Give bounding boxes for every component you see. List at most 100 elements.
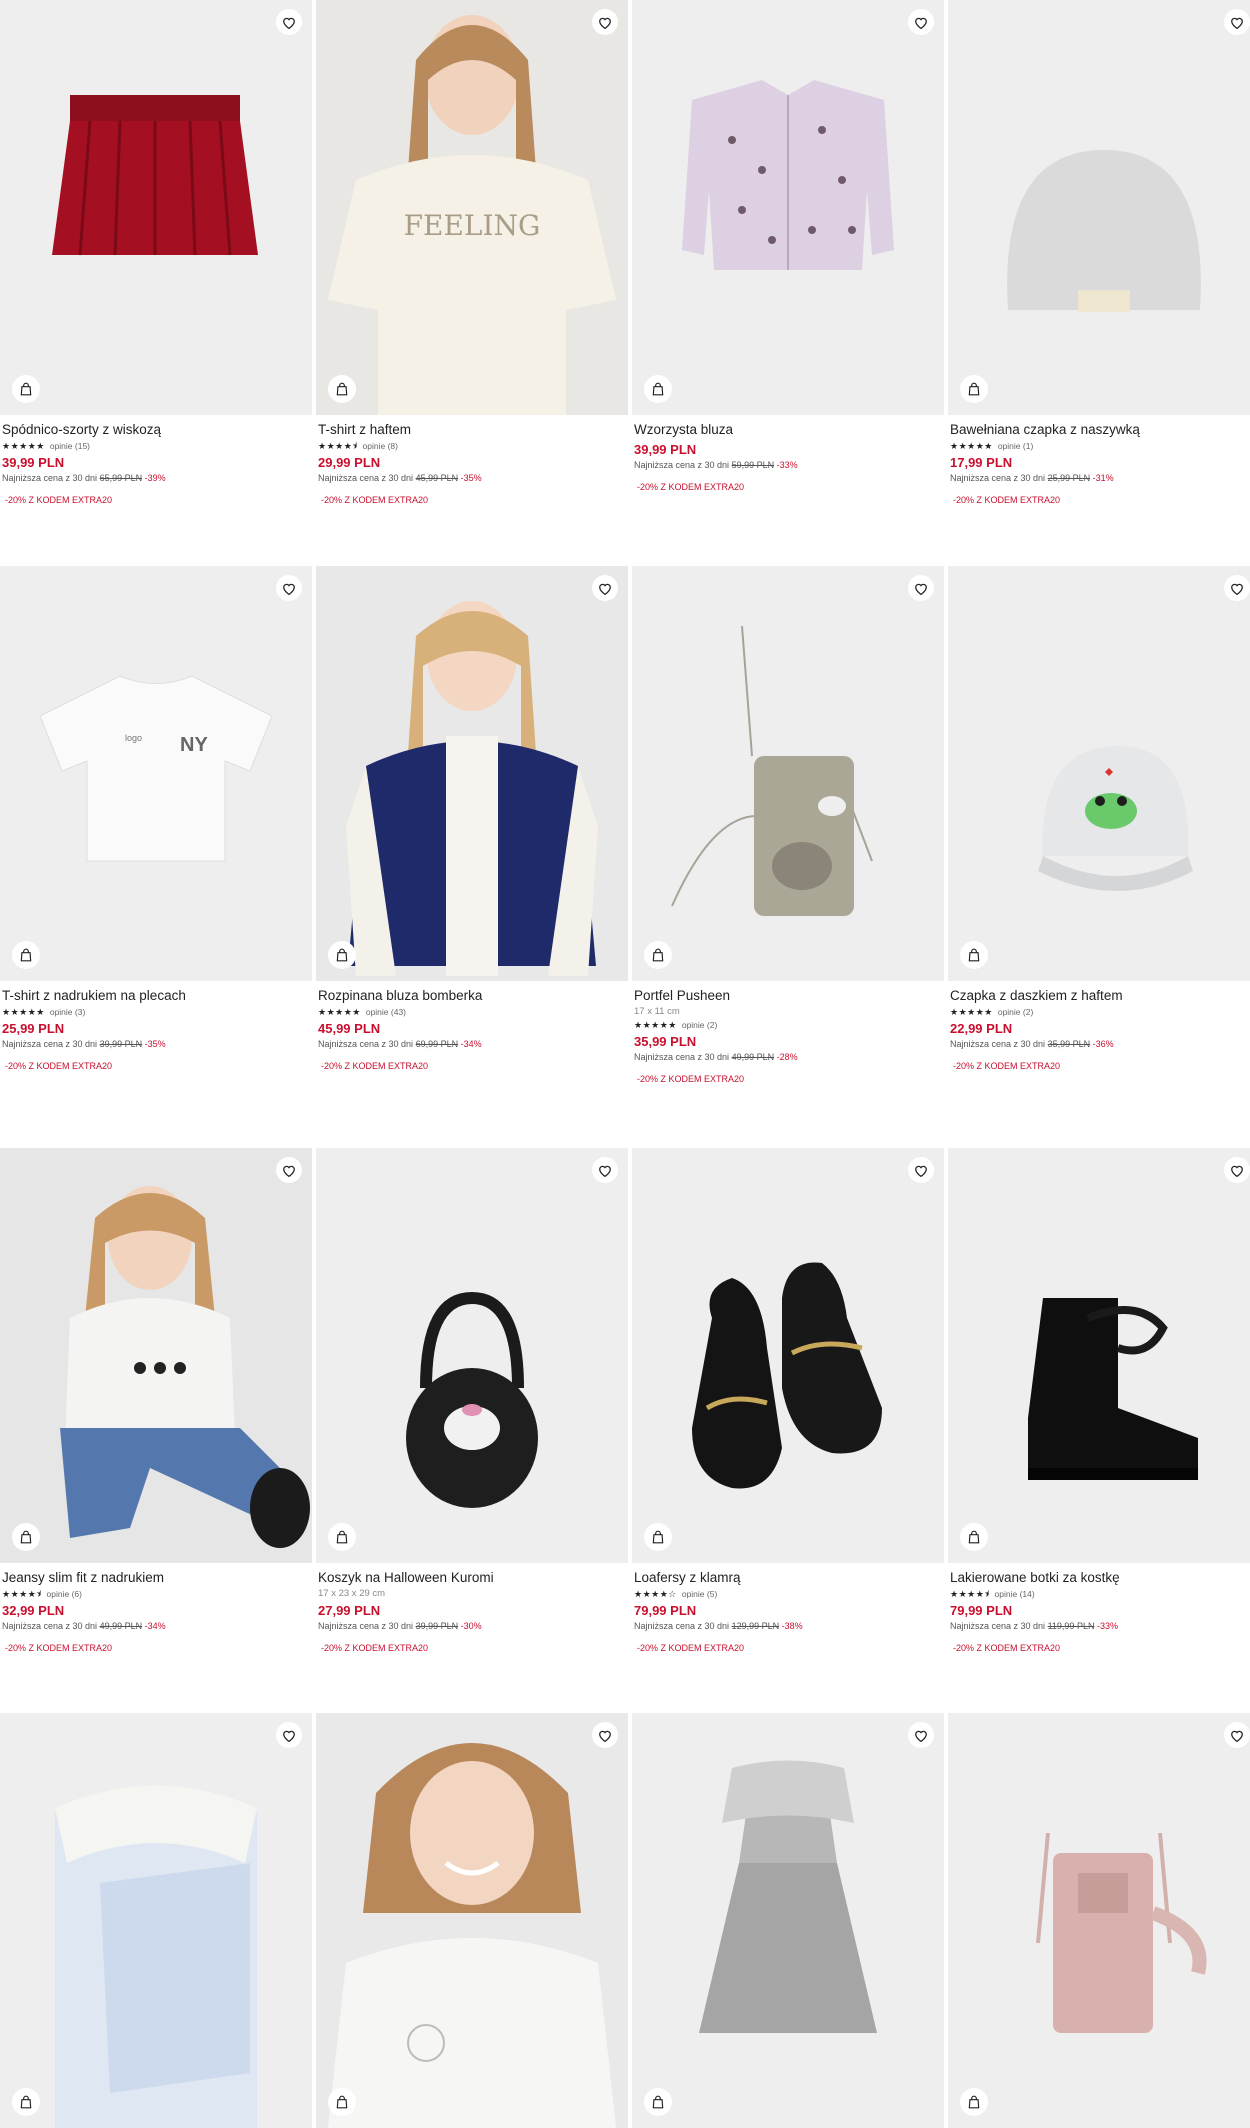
product-card[interactable]: Czapka z daszkiem z haftem ★★★★★ opinie …: [948, 566, 1250, 1073]
review-count[interactable]: opinie (2): [998, 1007, 1033, 1017]
product-image[interactable]: FEELING: [316, 0, 628, 415]
heart-icon[interactable]: [908, 1157, 934, 1183]
lowest-price-note: Najniższa cena z 30 dni 49,99 PLN -28%: [634, 1051, 942, 1064]
review-count[interactable]: opinie (8): [363, 441, 398, 451]
shopping-bag-icon[interactable]: [328, 2088, 356, 2116]
rating: ★★★★⯨ opinie (14): [950, 1587, 1250, 1600]
shopping-bag-icon[interactable]: [644, 2088, 672, 2116]
product-card[interactable]: Spódnico-szorty z wiskozą ★★★★★ opinie (…: [0, 0, 312, 507]
product-image[interactable]: [632, 0, 944, 415]
product-image[interactable]: [632, 566, 944, 981]
heart-icon[interactable]: [276, 1722, 302, 1748]
product-name[interactable]: T-shirt z nadrukiem na plecach: [2, 987, 310, 1005]
shopping-bag-icon[interactable]: [12, 375, 40, 403]
shopping-bag-icon[interactable]: [644, 1523, 672, 1551]
product-name[interactable]: Czapka z daszkiem z haftem: [950, 987, 1250, 1005]
shopping-bag-icon[interactable]: [328, 941, 356, 969]
review-count[interactable]: opinie (43): [366, 1007, 406, 1017]
product-image[interactable]: [316, 1148, 628, 1563]
heart-icon[interactable]: [276, 9, 302, 35]
product-card[interactable]: [316, 1713, 628, 2128]
shopping-bag-icon[interactable]: [644, 941, 672, 969]
heart-icon[interactable]: [592, 1722, 618, 1748]
shopping-bag-icon[interactable]: [960, 1523, 988, 1551]
heart-icon[interactable]: [1224, 9, 1250, 35]
product-name[interactable]: Portfel Pusheen: [634, 987, 942, 1005]
heart-icon[interactable]: [592, 575, 618, 601]
old-price: 39,99 PLN: [99, 1039, 143, 1049]
product-card[interactable]: Loafersy z klamrą ★★★★☆ opinie (5) 79,99…: [632, 1148, 944, 1655]
product-photo: logo NY: [39, 675, 273, 862]
heart-icon[interactable]: [592, 1157, 618, 1183]
review-count[interactable]: opinie (15): [50, 441, 90, 451]
product-price: 25,99 PLN: [2, 1021, 65, 1036]
product-image[interactable]: [0, 0, 312, 415]
product-image[interactable]: [948, 0, 1250, 415]
product-card[interactable]: Jeansy slim fit z nadrukiem ★★★★⯨ opinie…: [0, 1148, 312, 1655]
review-count[interactable]: opinie (3): [50, 1007, 85, 1017]
heart-icon[interactable]: [1224, 1157, 1250, 1183]
product-name[interactable]: Lakierowane botki za kostkę: [950, 1569, 1250, 1587]
product-name[interactable]: Jeansy slim fit z nadrukiem: [2, 1569, 310, 1587]
product-image[interactable]: [948, 1713, 1250, 2128]
product-image[interactable]: [0, 1713, 312, 2128]
product-dimensions: 17 x 11 cm: [634, 1006, 680, 1017]
product-card[interactable]: Rozpinana bluza bomberka ★★★★★ opinie (4…: [316, 566, 628, 1073]
product-image[interactable]: [948, 1148, 1250, 1563]
shopping-bag-icon[interactable]: [12, 2088, 40, 2116]
shopping-bag-icon[interactable]: [328, 375, 356, 403]
shopping-bag-icon[interactable]: [644, 375, 672, 403]
shopping-bag-icon[interactable]: [960, 941, 988, 969]
product-image[interactable]: [0, 1148, 312, 1563]
rating-stars: ★★★★★: [2, 1006, 45, 1017]
product-name[interactable]: Bawełniana czapka z naszywką: [950, 421, 1250, 439]
product-image[interactable]: [948, 566, 1250, 981]
product-price: 29,99 PLN: [318, 455, 381, 470]
heart-icon[interactable]: [592, 9, 618, 35]
product-image[interactable]: [316, 566, 628, 981]
product-name[interactable]: Loafersy z klamrą: [634, 1569, 942, 1587]
product-image[interactable]: [632, 1713, 944, 2128]
heart-icon[interactable]: [1224, 1722, 1250, 1748]
product-image[interactable]: [316, 1713, 628, 2128]
review-count[interactable]: opinie (5): [682, 1589, 717, 1599]
product-card[interactable]: Portfel Pusheen 17 x 11 cm ★★★★★ opinie (…: [632, 566, 944, 1086]
product-name[interactable]: Rozpinana bluza bomberka: [318, 987, 626, 1005]
rating-stars: ★★★★★: [2, 440, 45, 451]
shopping-bag-icon[interactable]: [12, 941, 40, 969]
product-name[interactable]: Koszyk na Halloween Kuromi: [318, 1569, 626, 1587]
product-card[interactable]: FEELING T-shirt z haftem ★★★★⯨ opinie (8…: [316, 0, 628, 507]
product-card[interactable]: [632, 1713, 944, 2128]
product-card[interactable]: Koszyk na Halloween Kuromi 17 x 23 x 29 c…: [316, 1148, 628, 1655]
review-count[interactable]: opinie (1): [998, 441, 1033, 451]
heart-icon[interactable]: [908, 9, 934, 35]
shopping-bag-icon[interactable]: [12, 1523, 40, 1551]
heart-icon[interactable]: [908, 1722, 934, 1748]
product-card[interactable]: [948, 1713, 1250, 2128]
shopping-bag-icon[interactable]: [960, 375, 988, 403]
shopping-bag-icon[interactable]: [328, 1523, 356, 1551]
product-card[interactable]: Lakierowane botki za kostkę ★★★★⯨ opinie…: [948, 1148, 1250, 1655]
product-photo: [699, 1760, 877, 2033]
review-count[interactable]: opinie (2): [682, 1020, 717, 1030]
product-card[interactable]: [0, 1713, 312, 2128]
rating-stars: ★★★★⯨: [318, 440, 358, 451]
product-name[interactable]: Spódnico-szorty z wiskozą: [2, 421, 310, 439]
shopping-bag-icon[interactable]: [960, 2088, 988, 2116]
product-card[interactable]: logo NY T-shirt z nadrukiem na plecach ★★…: [0, 566, 312, 1073]
product-image[interactable]: logo NY: [0, 566, 312, 981]
product-image[interactable]: [632, 1148, 944, 1563]
product-card[interactable]: Bawełniana czapka z naszywką ★★★★★ opini…: [948, 0, 1250, 507]
heart-icon[interactable]: [276, 1157, 302, 1183]
product-name[interactable]: Wzorzysta bluza: [634, 421, 942, 439]
review-count[interactable]: opinie (14): [995, 1589, 1035, 1599]
review-count[interactable]: opinie (6): [47, 1589, 82, 1599]
heart-icon[interactable]: [276, 575, 302, 601]
product-card[interactable]: Wzorzysta bluza 39,99 PLN Najniższa cena …: [632, 0, 944, 494]
product-name[interactable]: T-shirt z haftem: [318, 421, 626, 439]
heart-icon[interactable]: [1224, 575, 1250, 601]
promo-code-label: -20% Z KODEM EXTRA20: [637, 482, 745, 492]
promo-code-label: -20% Z KODEM EXTRA20: [953, 495, 1061, 505]
rating: ★★★★★ opinie (43): [318, 1005, 626, 1018]
heart-icon[interactable]: [908, 575, 934, 601]
